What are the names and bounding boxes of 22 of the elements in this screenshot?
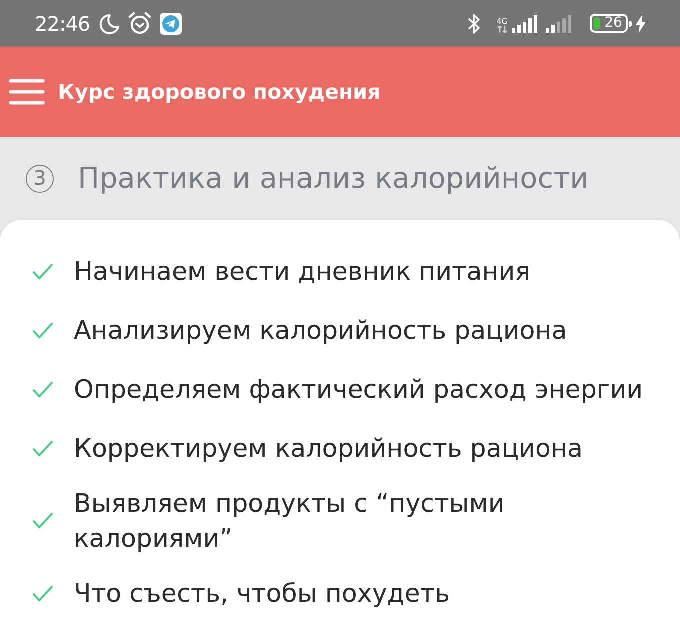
lesson-item: Анализируем калорийность рациона bbox=[74, 315, 568, 347]
network-type-label: 4G bbox=[496, 18, 508, 26]
paper-plane-icon bbox=[160, 12, 182, 34]
menu-icon[interactable] bbox=[9, 78, 45, 106]
lightning-icon bbox=[636, 14, 646, 32]
section-title: Практика и анализ калорийности bbox=[78, 160, 589, 197]
signal-icon bbox=[546, 14, 574, 32]
lesson-item: Что съесть, чтобы похудеть bbox=[74, 578, 450, 610]
signal-icon bbox=[512, 14, 538, 32]
battery-charge-fill bbox=[594, 18, 600, 29]
moon-icon bbox=[98, 12, 120, 34]
alarm-clock-icon bbox=[128, 12, 152, 35]
bluetooth-icon bbox=[466, 12, 481, 34]
status-time: 22:46 bbox=[35, 10, 90, 38]
lesson-item: Начинаем вести дневник питания bbox=[74, 256, 530, 288]
data-arrows-icon bbox=[498, 26, 507, 32]
lesson-item: Выявляем продукты с “пустыми калориями” bbox=[74, 488, 506, 555]
app-title: Курс здорового похудения bbox=[58, 78, 381, 106]
battery-percentage: 26 bbox=[604, 16, 622, 31]
lesson-item: Корректируем калорийность рациона bbox=[74, 433, 584, 465]
lesson-item: Определяем фактический расход энергии bbox=[74, 374, 644, 406]
step-number: 3 bbox=[26, 164, 54, 192]
